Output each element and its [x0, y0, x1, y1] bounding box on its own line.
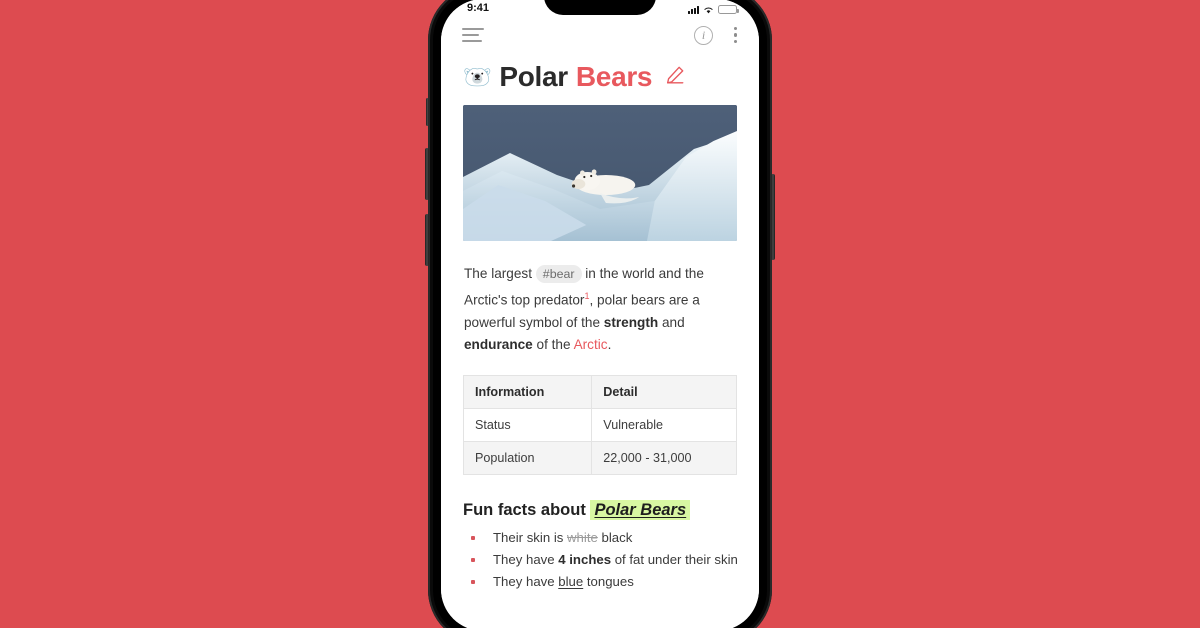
paragraph-seg-1: The largest: [464, 266, 533, 281]
power-button[interactable]: [771, 174, 775, 260]
phone-screen: 9:41 i: [441, 0, 759, 628]
intro-paragraph: The largest #bear in the world and the A…: [441, 241, 759, 356]
info-table: Information Detail Status Vulnerable Pop…: [462, 374, 737, 475]
fact-2-bold: 4 inches: [558, 551, 612, 567]
battery-icon: [718, 5, 739, 14]
fact-2-pre: They have: [493, 551, 555, 567]
polar-bear-emoji-icon: 🐻‍❄️: [463, 63, 492, 90]
dynamic-island-notch: [544, 0, 656, 15]
paragraph-seg-6: .: [607, 336, 612, 352]
list-item: They have 4 inches of fat under their sk…: [463, 549, 738, 571]
volume-up-button[interactable]: [425, 148, 429, 200]
fun-facts-heading-highlight: Polar Bears: [590, 499, 691, 520]
polar-bear-photo-art: [463, 105, 737, 241]
silent-switch-button[interactable]: [426, 98, 429, 126]
page-title: 🐻‍❄️ Polar Bears: [441, 55, 759, 93]
pencil-edit-icon[interactable]: [664, 61, 686, 93]
polar-bear-photo[interactable]: [463, 105, 737, 241]
list-item: They have blue tongues: [463, 571, 737, 593]
fun-facts-section: Fun facts about Polar Bears Their skin i…: [441, 475, 759, 593]
paragraph-bold-endurance: endurance: [464, 336, 533, 352]
cellular-signal-icon: [688, 6, 699, 14]
fact-1-pre: Their skin is: [493, 529, 564, 545]
status-bar-indicators: [688, 5, 739, 14]
fact-3-underline: blue: [558, 573, 584, 589]
info-circle-icon[interactable]: i: [694, 25, 713, 45]
table-cell-label: Population: [462, 440, 593, 475]
page-title-part-one: Polar: [499, 61, 568, 92]
fun-facts-heading-prefix: Fun facts about: [463, 500, 586, 519]
table-header-information: Information: [462, 374, 593, 409]
fact-1-post: black: [601, 529, 633, 545]
arctic-link[interactable]: Arctic: [574, 337, 608, 352]
app-toolbar: i: [441, 15, 759, 55]
table-header-detail: Detail: [591, 374, 737, 409]
wifi-icon: [704, 7, 713, 14]
volume-down-button[interactable]: [425, 214, 429, 266]
table-header-row: Information Detail: [462, 374, 737, 409]
list-item: Their skin is white black: [463, 527, 737, 549]
table-row: Status Vulnerable: [462, 407, 737, 442]
kebab-menu-icon[interactable]: [729, 25, 739, 45]
paragraph-seg-4: and: [661, 314, 685, 330]
fun-facts-list: Their skin is white black They have 4 in…: [463, 527, 738, 593]
fun-facts-heading: Fun facts about Polar Bears: [463, 499, 737, 520]
table-cell-value: Vulnerable: [591, 407, 737, 442]
notes-app-content: i 🐻‍❄️ Polar Bears: [441, 0, 759, 628]
hamburger-menu-icon[interactable]: [462, 28, 484, 42]
paragraph-seg-5: of the: [536, 336, 571, 352]
status-bar-time: 9:41: [467, 2, 490, 14]
toolbar-actions: i: [694, 25, 739, 45]
hero-image-container: [441, 93, 759, 241]
bear-tag-chip[interactable]: #bear: [535, 265, 582, 283]
paragraph-bold-strength: strength: [603, 314, 659, 330]
fact-3-post: tongues: [586, 573, 634, 589]
fact-2-post: of fat under their skin: [614, 551, 738, 567]
table-row: Population 22,000 - 31,000: [462, 440, 737, 475]
page-title-part-two: Bears: [575, 61, 653, 92]
fact-3-pre: They have: [493, 573, 555, 589]
fact-1-strikethrough: white: [567, 529, 598, 545]
info-table-container: Information Detail Status Vulnerable Pop…: [441, 356, 759, 475]
info-glyph: i: [701, 27, 706, 42]
table-cell-label: Status: [462, 407, 593, 442]
phone-device-frame: 9:41 i: [425, 0, 775, 628]
table-cell-value: 22,000 - 31,000: [591, 440, 737, 475]
